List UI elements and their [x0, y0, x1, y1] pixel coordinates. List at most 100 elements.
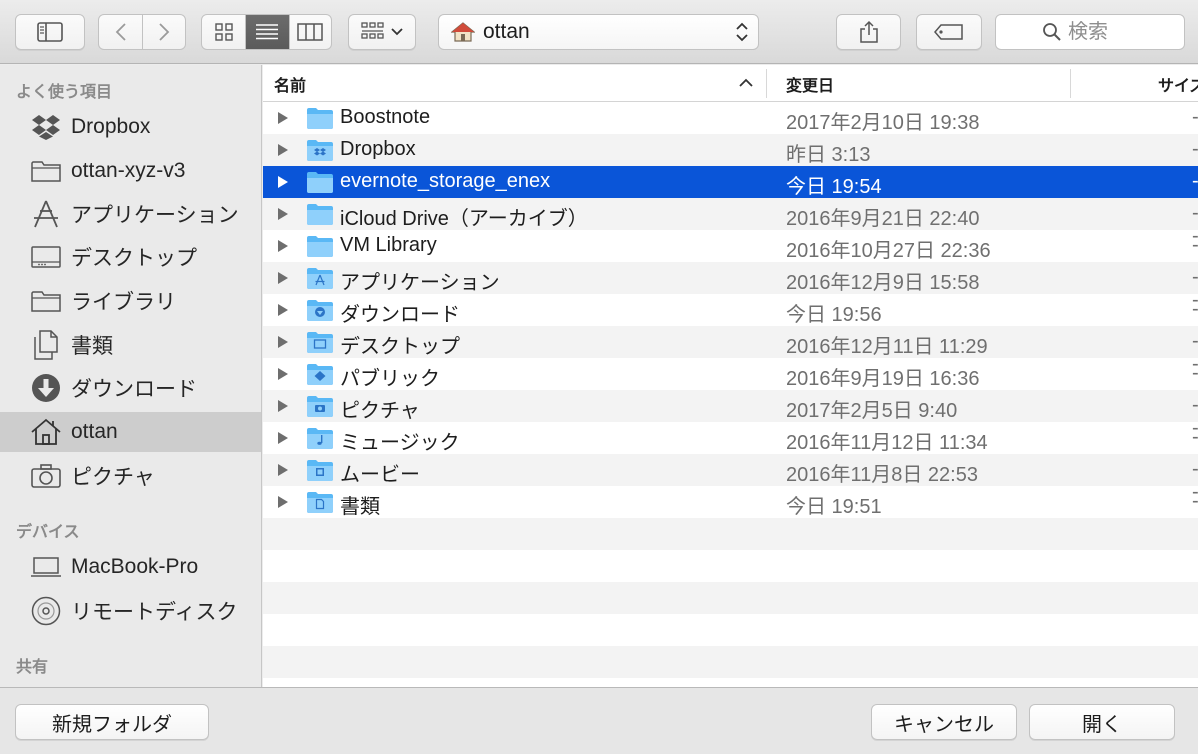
- search-input[interactable]: [1068, 20, 1138, 44]
- disclosure-triangle-icon[interactable]: [277, 431, 289, 445]
- folder-icon: [307, 172, 333, 193]
- forward-button[interactable]: [142, 15, 185, 49]
- chevron-left-icon: [115, 23, 126, 41]
- sidebar-item-pictures[interactable]: ピクチャ: [0, 456, 261, 496]
- columns-icon: [297, 23, 324, 41]
- open-button[interactable]: 開く: [1029, 704, 1175, 740]
- back-button[interactable]: [99, 15, 142, 49]
- sidebar-item-label: デスクトップ: [71, 247, 197, 270]
- search-field[interactable]: [995, 14, 1185, 50]
- table-row[interactable]: VM Library2016年10月27日 22:36--: [263, 230, 1198, 279]
- folder-icon: [30, 285, 62, 317]
- file-name: evernote_storage_enex: [340, 170, 551, 192]
- sidebar-item-label: ピクチャ: [71, 466, 155, 489]
- file-list: 名前 変更日 サイズ Boostnote2017年2月10日 19:38--Dr…: [263, 65, 1198, 687]
- table-row[interactable]: ダウンロード今日 19:56--: [263, 294, 1198, 343]
- file-name: Dropbox: [340, 138, 416, 160]
- table-row[interactable]: ミュージック2016年11月12日 11:34--: [263, 422, 1198, 471]
- camera-icon: [30, 460, 62, 492]
- file-modified-date: 2016年10月27日 22:36: [786, 240, 991, 262]
- table-row[interactable]: Boostnote2017年2月10日 19:38--: [263, 102, 1198, 151]
- column-header-modified[interactable]: 変更日: [786, 65, 1066, 102]
- sidebar-item-label: MacBook-Pro: [71, 555, 199, 578]
- sidebar-item-label: ottan-xyz-v3: [71, 159, 186, 182]
- sidebar-item-desktop[interactable]: デスクトップ: [0, 237, 261, 277]
- column-header-size[interactable]: サイズ: [1158, 65, 1198, 102]
- new-folder-button[interactable]: 新規フォルダ: [15, 704, 209, 740]
- table-row[interactable]: アプリケーション2016年12月9日 15:58--: [263, 262, 1198, 311]
- file-rows: Boostnote2017年2月10日 19:38--Dropbox 昨日 3:1…: [263, 102, 1198, 678]
- sidebar-item-applications[interactable]: アプリケーション: [0, 194, 261, 234]
- disclosure-triangle-icon[interactable]: [277, 495, 289, 509]
- file-modified-date: 2016年9月21日 22:40: [786, 208, 980, 230]
- table-row[interactable]: ピクチャ2017年2月5日 9:40--: [263, 390, 1198, 439]
- disc-icon: [30, 595, 62, 627]
- desktop-folder-icon: [307, 332, 333, 353]
- disclosure-triangle-icon[interactable]: [277, 207, 289, 221]
- sidebar-item-documents[interactable]: 書類: [0, 325, 261, 365]
- desktop-icon: [30, 241, 62, 273]
- disclosure-triangle-icon[interactable]: [277, 399, 289, 413]
- disclosure-triangle-icon[interactable]: [277, 303, 289, 317]
- sidebar-item-ottan-xyz-v3[interactable]: ottan-xyz-v3: [0, 151, 261, 191]
- home-icon: [451, 22, 475, 42]
- cancel-button[interactable]: キャンセル: [871, 704, 1017, 740]
- view-mode-control: [201, 14, 332, 50]
- disclosure-triangle-icon[interactable]: [277, 367, 289, 381]
- table-row[interactable]: デスクトップ2016年12月11日 11:29--: [263, 326, 1198, 375]
- sidebar-item-downloads[interactable]: ダウンロード: [0, 368, 261, 408]
- applications-folder-icon: [307, 268, 333, 289]
- disclosure-triangle-icon[interactable]: [277, 239, 289, 253]
- dropbox-icon: [30, 111, 62, 143]
- table-row[interactable]: ムービー2016年11月8日 22:53--: [263, 454, 1198, 503]
- file-modified-date: 2016年12月9日 15:58: [786, 272, 980, 294]
- sidebar-item-ottan[interactable]: ottan: [0, 412, 261, 452]
- share-button[interactable]: [836, 14, 901, 50]
- grid-icon: [214, 23, 233, 41]
- empty-row: [263, 550, 1198, 582]
- arrange-button[interactable]: [348, 14, 416, 50]
- file-name: ピクチャ: [340, 400, 420, 422]
- file-name: VM Library: [340, 234, 437, 256]
- disclosure-triangle-icon[interactable]: [277, 335, 289, 349]
- home-icon: [30, 416, 62, 448]
- sidebar-item-dropbox[interactable]: Dropbox: [0, 107, 261, 147]
- sidebar-item-remote-disc[interactable]: リモートディスク: [0, 591, 261, 631]
- column-header-name[interactable]: 名前: [274, 65, 764, 102]
- tags-button[interactable]: [916, 14, 982, 50]
- table-row[interactable]: 書類今日 19:51--: [263, 486, 1198, 535]
- back-forward-control: [98, 14, 186, 50]
- file-modified-date: 昨日 3:13: [786, 144, 871, 166]
- sidebar-item-label: ottan: [71, 420, 118, 443]
- table-row[interactable]: evernote_storage_enex今日 19:54--: [263, 166, 1198, 215]
- column-divider[interactable]: [766, 69, 767, 98]
- sidebar-toggle-button[interactable]: [15, 14, 85, 50]
- empty-row: [263, 614, 1198, 646]
- table-row[interactable]: パブリック2016年9月19日 16:36--: [263, 358, 1198, 407]
- disclosure-triangle-icon[interactable]: [277, 271, 289, 285]
- column-view-button[interactable]: [288, 15, 331, 49]
- file-name: Boostnote: [340, 106, 431, 128]
- devices-header: デバイス: [16, 524, 80, 541]
- downloads-folder-icon: [307, 300, 333, 321]
- table-row[interactable]: Dropbox昨日 3:13--: [263, 134, 1198, 183]
- file-name: ダウンロード: [340, 304, 460, 326]
- list-view-button[interactable]: [245, 15, 289, 49]
- sidebar-item-library[interactable]: ライブラリ: [0, 281, 261, 321]
- sidebar-item-label: Dropbox: [71, 115, 151, 138]
- folder-icon: [307, 108, 333, 129]
- table-row[interactable]: iCloud Drive（アーカイブ）2016年9月21日 22:40--: [263, 198, 1198, 247]
- file-name: デスクトップ: [340, 336, 460, 358]
- disclosure-triangle-icon[interactable]: [277, 175, 289, 189]
- file-modified-date: 2016年11月12日 11:34: [786, 432, 988, 454]
- movies-folder-icon: [307, 460, 333, 481]
- column-divider[interactable]: [1070, 69, 1071, 98]
- icon-view-button[interactable]: [202, 15, 245, 49]
- location-popup[interactable]: ottan: [438, 14, 759, 50]
- file-modified-date: 今日 19:51: [786, 496, 882, 518]
- sidebar-item-macbook-pro[interactable]: MacBook-Pro: [0, 547, 261, 587]
- list-icon: [256, 24, 279, 40]
- disclosure-triangle-icon[interactable]: [277, 111, 289, 125]
- disclosure-triangle-icon[interactable]: [277, 143, 289, 157]
- disclosure-triangle-icon[interactable]: [277, 463, 289, 477]
